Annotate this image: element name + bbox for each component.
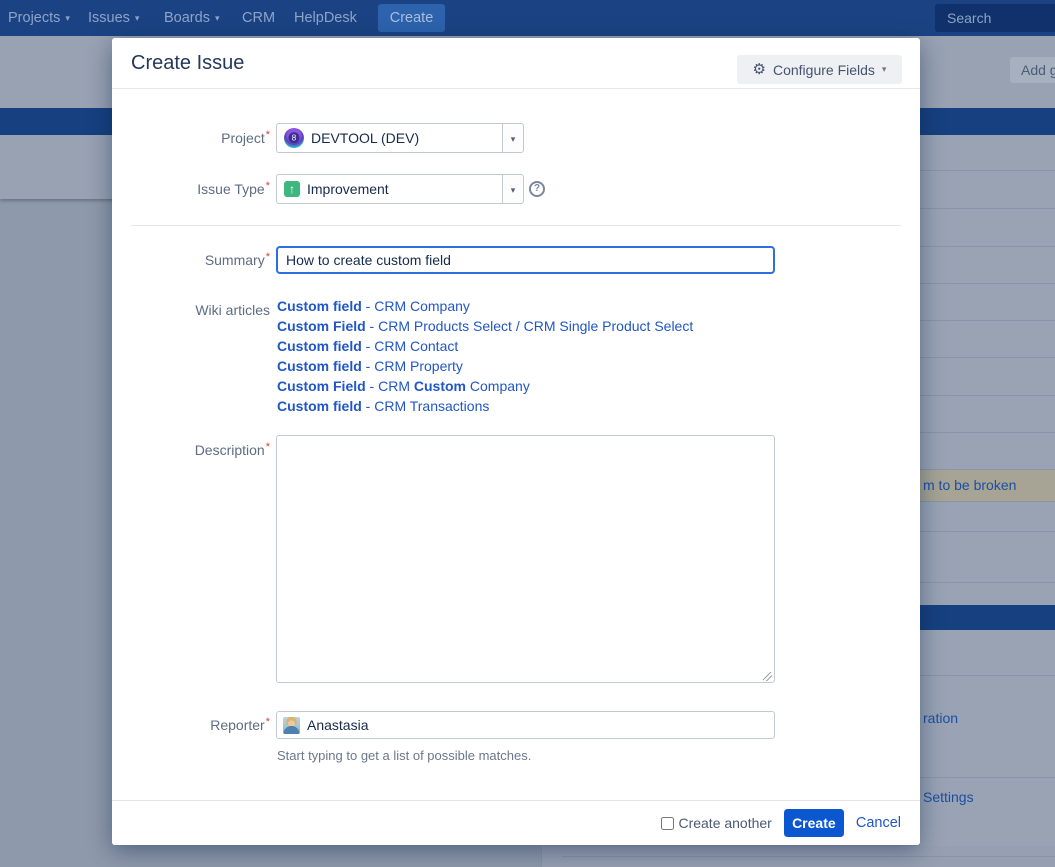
row-separator xyxy=(920,777,1055,778)
background-broken-link[interactable]: m to be broken xyxy=(923,477,1016,493)
resize-handle[interactable] xyxy=(763,672,772,681)
row-separator xyxy=(920,357,1055,358)
dialog-header: Create Issue ⚙ Configure Fields ▾ xyxy=(112,38,920,89)
dialog-title: Create Issue xyxy=(131,52,244,75)
nav-item-crm[interactable]: CRM xyxy=(242,0,275,36)
row-separator xyxy=(920,501,1055,502)
configure-fields-label: Configure Fields xyxy=(773,62,875,78)
chevron-down-icon: ▾ xyxy=(882,64,887,75)
nav-item-helpdesk[interactable]: HelpDesk xyxy=(294,0,357,36)
reporter-label: Reporter* xyxy=(112,717,270,733)
chevron-down-icon: ▾ xyxy=(135,13,140,23)
chevron-down-icon: ▾ xyxy=(511,134,516,144)
project-label: Project* xyxy=(112,130,270,146)
form-divider xyxy=(131,225,901,226)
reporter-avatar xyxy=(283,717,300,734)
top-navigation-bar: Projects▾ Issues▾ Boards▾ CRM HelpDesk C… xyxy=(0,0,1055,36)
chevron-down-icon: ▾ xyxy=(65,13,70,23)
required-marker: * xyxy=(266,716,270,728)
reporter-help-text: Start typing to get a list of possible m… xyxy=(277,748,531,763)
row-separator xyxy=(920,531,1055,532)
project-select-value: DEVTOOL (DEV) xyxy=(311,130,419,146)
create-another-label: Create another xyxy=(678,815,771,831)
row-separator xyxy=(920,320,1055,321)
dialog-footer: Create another Create Cancel xyxy=(112,800,920,845)
create-issue-dialog: Create Issue ⚙ Configure Fields ▾ Projec… xyxy=(112,38,920,845)
create-another-option: Create another xyxy=(661,815,771,831)
cancel-link[interactable]: Cancel xyxy=(856,815,901,831)
row-separator xyxy=(920,170,1055,171)
wiki-article-link[interactable]: Custom field - CRM Transactions xyxy=(277,396,777,416)
summary-label: Summary* xyxy=(112,252,270,268)
configure-fields-button[interactable]: ⚙ Configure Fields ▾ xyxy=(737,55,902,84)
row-separator xyxy=(562,856,1055,857)
search-input[interactable] xyxy=(935,4,1055,32)
wiki-article-link[interactable]: Custom Field - CRM Products Select / CRM… xyxy=(277,316,777,336)
help-icon[interactable]: ? xyxy=(529,181,545,197)
create-another-checkbox[interactable] xyxy=(661,817,674,830)
wiki-articles-label: Wiki articles xyxy=(112,302,270,318)
reporter-input[interactable]: Anastasia xyxy=(276,711,775,739)
row-separator xyxy=(920,246,1055,247)
nav-create-button[interactable]: Create xyxy=(378,4,445,32)
project-avatar-icon xyxy=(284,128,304,148)
screen: Add g m to be broken ration Settings Pro… xyxy=(0,0,1055,867)
chevron-down-icon: ▾ xyxy=(215,13,220,23)
improvement-type-icon: ↑ xyxy=(284,181,300,197)
required-marker: * xyxy=(266,251,270,263)
required-marker: * xyxy=(266,441,270,453)
wiki-article-link[interactable]: Custom Field - CRM Custom Company xyxy=(277,376,777,396)
wiki-article-link[interactable]: Custom field - CRM Contact xyxy=(277,336,777,356)
description-textarea[interactable] xyxy=(276,435,775,683)
issue-type-select[interactable]: ↑ Improvement xyxy=(276,174,502,204)
create-button[interactable]: Create xyxy=(784,809,844,837)
issue-type-dropdown-button[interactable]: ▾ xyxy=(502,174,524,204)
project-select[interactable]: DEVTOOL (DEV) xyxy=(276,123,502,153)
wiki-article-link[interactable]: Custom field - CRM Property xyxy=(277,356,777,376)
row-separator xyxy=(920,283,1055,284)
required-marker: * xyxy=(266,180,270,192)
issue-type-select-value: Improvement xyxy=(307,181,389,197)
background-settings-link[interactable]: Settings xyxy=(923,789,974,805)
chevron-down-icon: ▾ xyxy=(511,185,516,195)
background-ration-link[interactable]: ration xyxy=(923,710,958,726)
wiki-article-link[interactable]: Custom field - CRM Company xyxy=(277,296,777,316)
row-separator xyxy=(920,675,1055,676)
summary-input[interactable] xyxy=(276,246,775,274)
reporter-value: Anastasia xyxy=(307,717,368,733)
add-gadget-button[interactable]: Add g xyxy=(1010,57,1055,83)
description-label: Description* xyxy=(112,442,270,458)
required-marker: * xyxy=(266,129,270,141)
nav-item-issues[interactable]: Issues▾ xyxy=(88,0,139,36)
nav-item-projects[interactable]: Projects▾ xyxy=(8,0,70,36)
row-separator xyxy=(920,395,1055,396)
row-separator xyxy=(920,432,1055,433)
background-section-header xyxy=(920,605,1055,630)
wiki-articles-list: Custom field - CRM CompanyCustom Field -… xyxy=(277,296,777,416)
gear-icon: ⚙ xyxy=(753,62,766,77)
project-select-dropdown-button[interactable]: ▾ xyxy=(502,123,524,153)
background-panel xyxy=(0,135,115,199)
row-separator xyxy=(920,582,1055,583)
nav-item-boards[interactable]: Boards▾ xyxy=(164,0,219,36)
row-separator xyxy=(920,208,1055,209)
issue-type-label: Issue Type* xyxy=(112,181,270,197)
